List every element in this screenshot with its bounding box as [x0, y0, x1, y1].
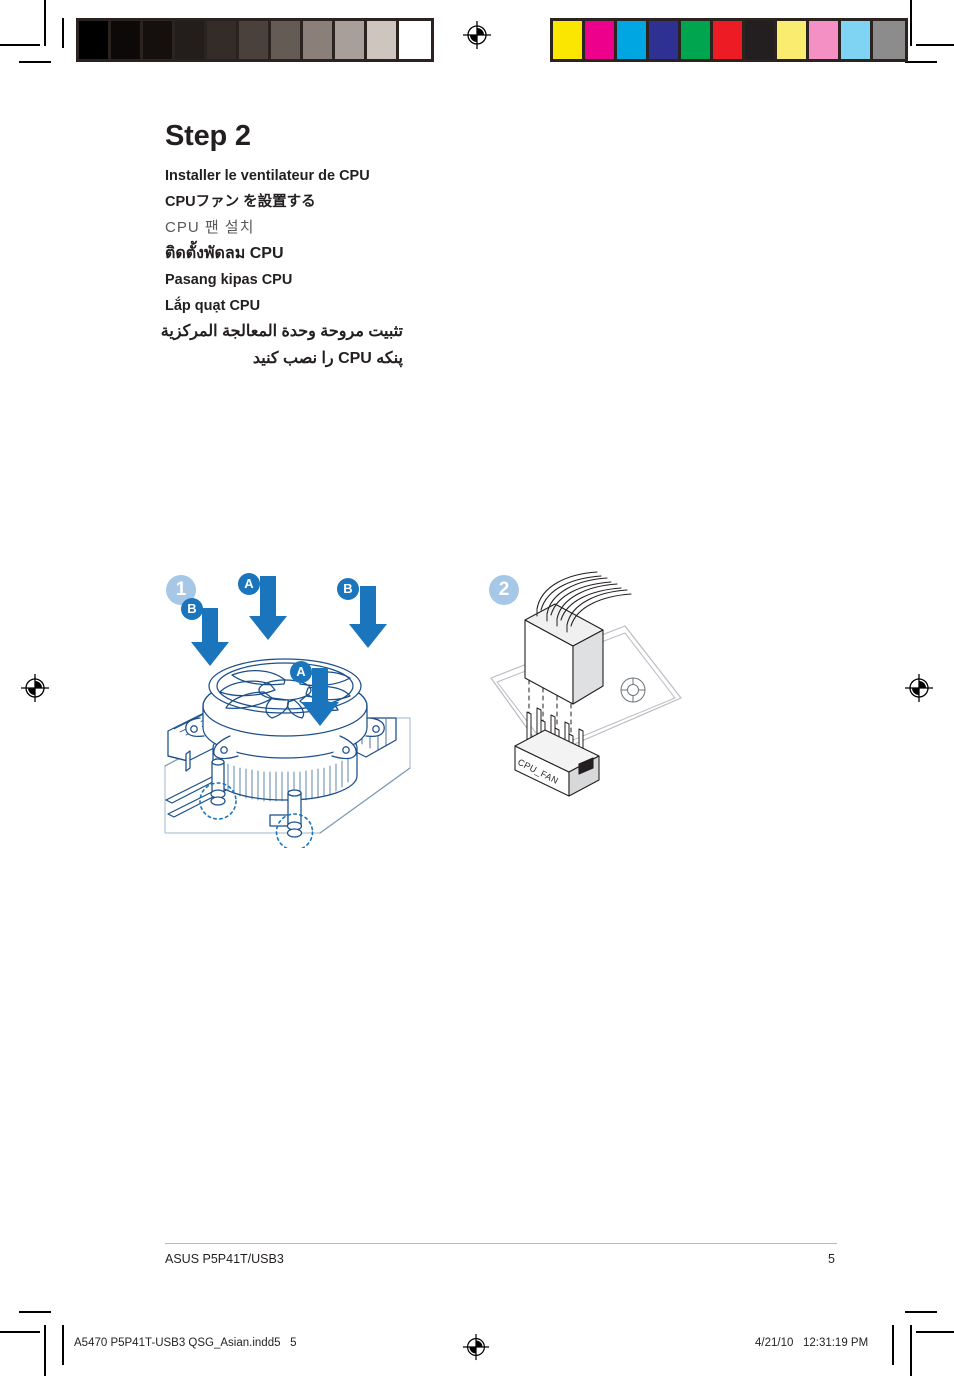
color-swatch-1: [585, 21, 617, 59]
page-content: Step 2 Installer le ventilateur de CPU C…: [160, 120, 837, 378]
crop-mark-br-v2: [892, 1325, 894, 1365]
crop-mark-bl-h2: [19, 1311, 51, 1313]
cpu-fan-header-illustration: CPU_FAN: [490, 571, 682, 797]
instruction-vietnamese: Lắp quạt CPU: [165, 297, 261, 314]
footer-product-name: ASUS P5P41T/USB3: [165, 1252, 284, 1266]
callout-badge-b-left: B: [181, 598, 203, 620]
instruction-french: Installer le ventilateur de CPU: [165, 168, 370, 184]
color-swatch-2: [617, 21, 649, 59]
color-swatch-0: [553, 21, 585, 59]
footer-divider: [165, 1243, 837, 1244]
crop-mark-bl-v: [44, 1325, 46, 1376]
instruction-thai: ติดตั้งพัดลม CPU: [165, 245, 284, 262]
grayscale-swatch-4: [207, 21, 239, 59]
crop-mark-bl-h: [0, 1331, 40, 1333]
callout-badge-a-mid: A: [290, 661, 312, 683]
instruction-arabic: تثبيت مروحة وحدة المعالجة المركزية: [160, 323, 403, 340]
footer-page-number: 5: [828, 1252, 835, 1266]
grayscale-swatch-8: [335, 21, 367, 59]
instruction-korean: CPU 팬 설치: [165, 219, 255, 236]
color-swatch-4: [681, 21, 713, 59]
grayscale-swatch-1: [111, 21, 143, 59]
color-swatch-8: [809, 21, 841, 59]
print-slug-filename: A5470 P5P41T-USB3 QSG_Asian.indd5 5: [74, 1337, 297, 1349]
grayscale-swatch-6: [271, 21, 303, 59]
crop-mark-br-h2: [905, 1311, 937, 1313]
crop-mark-tr-h: [916, 44, 954, 46]
crop-mark-tr-v: [910, 0, 912, 46]
registration-mark-top: [463, 21, 491, 49]
instruction-persian: پنکه CPU را نصب کنید: [252, 350, 403, 367]
crop-mark-br-v: [910, 1325, 912, 1376]
registration-mark-right: [905, 674, 933, 702]
callout-badge-a-top: A: [238, 573, 260, 595]
figure-area: 1 A B B A 2 CPU_FAN: [160, 568, 860, 868]
registration-mark-bottom: [462, 1333, 490, 1361]
page-title: Step 2: [165, 120, 251, 152]
instruction-japanese: CPUファン を設置する: [165, 193, 316, 210]
crop-mark-tl-h: [0, 44, 40, 46]
color-calibration-bar: [550, 18, 908, 62]
registration-mark-left: [21, 674, 49, 702]
instruction-indonesian: Pasang kipas CPU: [165, 272, 293, 288]
grayscale-swatch-10: [399, 21, 431, 59]
crop-mark-tl-h2: [19, 61, 51, 63]
color-swatch-6: [745, 21, 777, 59]
color-swatch-3: [649, 21, 681, 59]
grayscale-swatch-0: [79, 21, 111, 59]
callout-badge-b-right: B: [337, 578, 359, 600]
color-swatch-7: [777, 21, 809, 59]
grayscale-swatch-9: [367, 21, 399, 59]
crop-mark-tl-v: [44, 0, 46, 46]
grayscale-swatch-5: [239, 21, 271, 59]
grayscale-calibration-bar: [76, 18, 434, 62]
crop-mark-bl-v2: [62, 1325, 64, 1365]
crop-mark-tr-h2: [905, 61, 937, 63]
color-swatch-9: [841, 21, 873, 59]
grayscale-swatch-3: [175, 21, 207, 59]
grayscale-swatch-2: [143, 21, 175, 59]
print-slug-timestamp: 4/21/10 12:31:19 PM: [755, 1337, 869, 1349]
crop-mark-tl-v2: [62, 18, 64, 48]
color-swatch-10: [873, 21, 905, 59]
crop-mark-br-h: [916, 1331, 954, 1333]
color-swatch-5: [713, 21, 745, 59]
grayscale-swatch-7: [303, 21, 335, 59]
